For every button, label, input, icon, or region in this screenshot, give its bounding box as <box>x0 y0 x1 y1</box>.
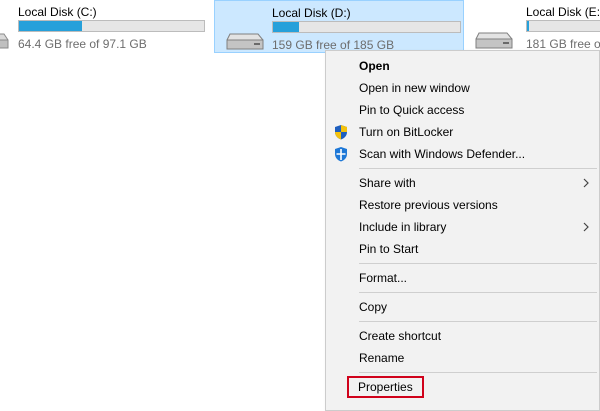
drive-name: Local Disk (C:) <box>18 5 97 19</box>
menu-separator <box>359 372 597 373</box>
menu-item-label: Turn on BitLocker <box>359 125 454 139</box>
menu-item-label: Pin to Start <box>359 242 419 256</box>
menu-item-open-new-window[interactable]: Open in new window <box>326 77 599 99</box>
menu-item-open[interactable]: Open <box>326 55 599 77</box>
menu-separator <box>359 168 597 169</box>
drive-name: Local Disk (D:) <box>272 6 351 20</box>
context-menu: Open Open in new window Pin to Quick acc… <box>325 50 600 411</box>
menu-item-scan-defender[interactable]: Scan with Windows Defender... <box>326 143 599 165</box>
menu-item-label: Rename <box>359 351 405 365</box>
hard-drive-icon <box>0 33 9 49</box>
shield-icon <box>335 125 347 140</box>
hard-drive-icon <box>226 33 264 50</box>
menu-item-label: Restore previous versions <box>359 198 498 212</box>
menu-item-properties[interactable]: Properties <box>326 376 599 398</box>
drive-name: Local Disk (E:) <box>526 5 600 19</box>
chevron-right-icon <box>583 222 589 232</box>
menu-item-format[interactable]: Format... <box>326 267 599 289</box>
menu-item-label: Open in new window <box>359 81 470 95</box>
drive-tile-d[interactable]: Local Disk (D:) 159 GB free of 185 GB <box>214 0 464 53</box>
menu-item-label: Format... <box>359 271 408 285</box>
drive-usage-bar <box>18 20 205 32</box>
drive-usage-bar <box>526 20 600 32</box>
defender-shield-icon <box>335 147 347 162</box>
menu-item-label: Scan with Windows Defender... <box>359 147 526 161</box>
menu-separator <box>359 263 597 264</box>
drive-tile-c[interactable]: Local Disk (C:) 64.4 GB free of 97.1 GB <box>0 0 208 53</box>
menu-item-label: Properties <box>347 376 424 398</box>
menu-separator <box>359 321 597 322</box>
menu-item-label: Open <box>359 59 390 73</box>
drive-usage-fill <box>19 21 82 31</box>
drive-tile-e[interactable]: Local Disk (E:) 181 GB free of <box>470 0 600 53</box>
menu-item-restore-previous-versions[interactable]: Restore previous versions <box>326 194 599 216</box>
menu-item-label: Copy <box>359 300 388 314</box>
menu-item-share-with[interactable]: Share with <box>326 172 599 194</box>
menu-item-label: Create shortcut <box>359 329 442 343</box>
menu-item-label: Pin to Quick access <box>359 103 465 117</box>
menu-separator <box>359 292 597 293</box>
drive-usage-fill <box>273 22 300 32</box>
menu-item-copy[interactable]: Copy <box>326 296 599 318</box>
drive-free-space: 64.4 GB free of 97.1 GB <box>18 37 147 51</box>
drive-free-space: 181 GB free of <box>526 37 600 51</box>
menu-item-label: Include in library <box>359 220 447 234</box>
menu-item-pin-to-start[interactable]: Pin to Start <box>326 238 599 260</box>
drive-usage-bar <box>272 21 461 33</box>
chevron-right-icon <box>583 178 589 188</box>
hard-drive-icon <box>475 32 513 49</box>
menu-item-turn-on-bitlocker[interactable]: Turn on BitLocker <box>326 121 599 143</box>
menu-item-pin-quick-access[interactable]: Pin to Quick access <box>326 99 599 121</box>
menu-item-label: Share with <box>359 176 416 190</box>
menu-item-include-in-library[interactable]: Include in library <box>326 216 599 238</box>
menu-item-rename[interactable]: Rename <box>326 347 599 369</box>
drive-usage-fill <box>527 21 529 31</box>
menu-item-create-shortcut[interactable]: Create shortcut <box>326 325 599 347</box>
